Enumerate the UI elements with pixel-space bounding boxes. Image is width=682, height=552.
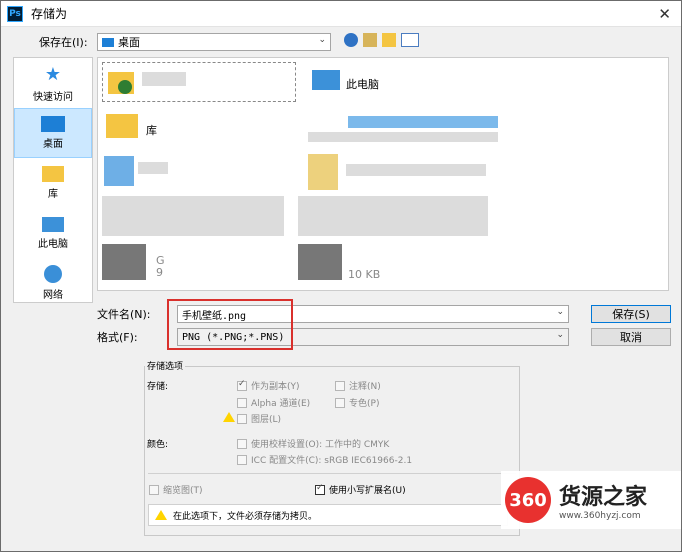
place-library[interactable]: 库 bbox=[14, 158, 92, 208]
desktop-icon bbox=[41, 116, 65, 132]
save-in-row: 保存在(I): 桌面 ⌄ bbox=[39, 33, 331, 51]
warning-icon bbox=[155, 510, 167, 520]
place-this-pc[interactable]: 此电脑 bbox=[14, 208, 92, 258]
icc-checkbox[interactable] bbox=[237, 454, 247, 465]
window-title: 存储为 bbox=[31, 7, 68, 21]
notes-checkbox[interactable] bbox=[335, 380, 345, 391]
toolbar bbox=[344, 33, 419, 47]
layers-option[interactable]: 图层(L) bbox=[237, 412, 281, 425]
file-item-partial-9: 9 bbox=[156, 266, 163, 279]
as-copy-checkbox[interactable] bbox=[237, 379, 247, 391]
computer-icon bbox=[312, 70, 340, 90]
notes-option[interactable]: 注释(N) bbox=[335, 379, 381, 392]
save-options-legend: 存储选项 bbox=[145, 359, 186, 372]
lowercase-ext-checkbox[interactable] bbox=[315, 483, 325, 495]
save-button[interactable]: 保存(S) bbox=[591, 305, 671, 323]
save-as-dialog: Ps 存储为 ✕ 保存在(I): 桌面 ⌄ ★ 快速访问 桌面 库 此电脑 网络… bbox=[0, 0, 682, 552]
place-network[interactable]: 网络 bbox=[14, 258, 92, 308]
cancel-button[interactable]: 取消 bbox=[591, 328, 671, 346]
format-label: 格式(F): bbox=[97, 331, 138, 344]
thumbnail-option[interactable]: 缩览图(T) bbox=[149, 483, 203, 496]
save-in-select[interactable]: 桌面 ⌄ bbox=[97, 33, 331, 51]
alpha-option[interactable]: Alpha 通道(E) bbox=[237, 396, 310, 409]
desktop-folder-icon bbox=[102, 37, 114, 47]
filename-label: 文件名(N): bbox=[97, 308, 151, 321]
network-icon bbox=[44, 265, 62, 283]
close-icon[interactable]: ✕ bbox=[658, 5, 671, 23]
file-size: 10 KB bbox=[348, 268, 381, 281]
file-item-this-pc[interactable]: 此电脑 bbox=[346, 76, 379, 92]
chevron-down-icon: ⌄ bbox=[556, 330, 564, 340]
user-icon bbox=[118, 80, 132, 94]
place-desktop[interactable]: 桌面 bbox=[14, 108, 92, 158]
spot-checkbox[interactable] bbox=[335, 397, 345, 408]
lowercase-ext-option[interactable]: 使用小写扩展名(U) bbox=[315, 483, 406, 496]
as-copy-option[interactable]: 作为副本(Y) bbox=[237, 379, 300, 392]
color-label: 颜色: bbox=[147, 440, 169, 450]
new-folder-icon[interactable] bbox=[382, 33, 396, 47]
highlight-box bbox=[167, 299, 293, 350]
save-in-label: 保存在(I): bbox=[39, 36, 88, 49]
proof-option[interactable]: 使用校样设置(O): 工作中的 CMYK bbox=[237, 437, 389, 450]
star-icon: ★ bbox=[44, 63, 62, 85]
file-item-library[interactable]: 库 bbox=[146, 122, 157, 138]
watermark-name: 货源之家 bbox=[559, 485, 648, 510]
file-listing[interactable]: 此电脑 库 G 9 10 KB bbox=[97, 57, 669, 291]
computer-icon bbox=[42, 216, 64, 232]
360-logo: 360 bbox=[505, 477, 551, 523]
warning-icon bbox=[223, 412, 235, 422]
photoshop-icon: Ps bbox=[7, 5, 23, 22]
back-icon[interactable] bbox=[344, 33, 358, 47]
up-folder-icon[interactable] bbox=[363, 33, 377, 47]
title-bar: Ps 存储为 ✕ bbox=[1, 1, 681, 27]
view-menu-icon[interactable] bbox=[401, 33, 419, 47]
places-bar: ★ 快速访问 桌面 库 此电脑 网络 bbox=[13, 57, 93, 303]
divider bbox=[148, 473, 516, 474]
proof-checkbox[interactable] bbox=[237, 438, 247, 449]
icc-option[interactable]: ICC 配置文件(C): sRGB IEC61966-2.1 bbox=[237, 453, 412, 466]
warning-text: 在此选项下，文件必须存储为拷贝。 bbox=[173, 511, 318, 522]
watermark-url: www.360hyzj.com bbox=[559, 511, 641, 521]
chevron-down-icon: ⌄ bbox=[318, 35, 326, 45]
save-in-value: 桌面 bbox=[118, 36, 140, 49]
library-icon bbox=[106, 114, 138, 138]
layers-checkbox[interactable] bbox=[237, 413, 247, 424]
save-label: 存储: bbox=[147, 382, 169, 392]
chevron-down-icon: ⌄ bbox=[556, 307, 564, 317]
library-icon bbox=[42, 166, 64, 182]
place-quick-access[interactable]: ★ 快速访问 bbox=[14, 58, 92, 108]
alpha-checkbox[interactable] bbox=[237, 397, 247, 408]
watermark: 360 货源之家 www.360hyzj.com bbox=[501, 471, 681, 529]
spot-option[interactable]: 专色(P) bbox=[335, 396, 379, 409]
warning-bar: 在此选项下，文件必须存储为拷贝。 bbox=[148, 504, 508, 526]
thumbnail-checkbox[interactable] bbox=[149, 484, 159, 495]
